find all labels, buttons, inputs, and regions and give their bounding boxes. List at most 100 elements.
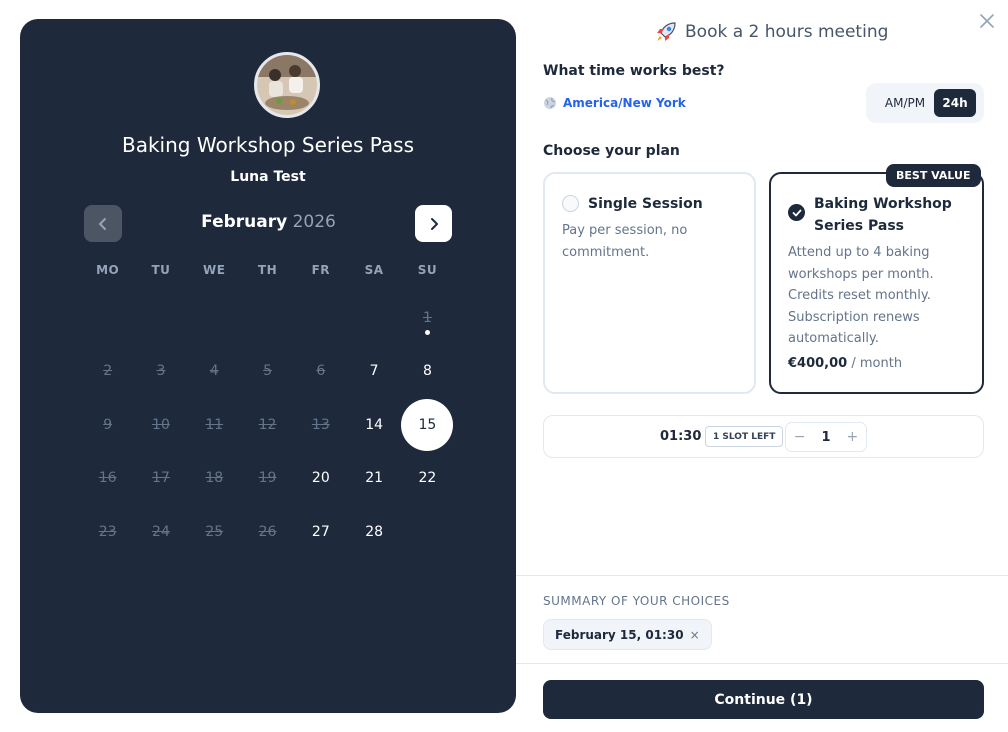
format-24h-option[interactable]: 24h [934,89,976,117]
calendar-blank-cell [134,291,187,345]
calendar-day[interactable]: 7 [347,345,400,399]
plan-name: Single Session [588,196,703,212]
format-ampm-option[interactable]: AM/PM [876,96,934,110]
increment-button[interactable]: + [839,429,866,445]
calendar-blank-cell [347,291,400,345]
calendar-blank-cell [241,291,294,345]
calendar-day: 16 [81,452,134,506]
dialog-title-text: Book a 2 hours meeting [685,22,889,42]
day-number: 25 [205,523,224,540]
calendar-day: 24 [134,505,187,559]
timezone-label: America/New York [563,96,686,110]
day-number: 9 [103,416,113,433]
calendar-day: 11 [188,398,241,452]
calendar-day[interactable]: 14 [347,398,400,452]
next-month-button[interactable] [415,205,452,242]
event-photo-icon [257,55,317,115]
day-number: 2 [103,363,113,380]
chevron-left-icon [99,217,106,230]
calendar-day: 2 [81,345,134,399]
continue-button[interactable]: Continue (1) [543,680,984,719]
booking-dialog: Baking Workshop Series Pass Luna Test Fe… [0,0,1008,732]
day-number: 17 [152,470,170,487]
day-number: 28 [365,523,384,540]
time-slot-row[interactable]: 01:30 1 SLOT LEFT − 1 + [543,415,984,458]
calendar-blank-cell [81,291,134,345]
calendar-blank-cell [188,291,241,345]
plan-name: Baking Workshop Series Pass [814,196,952,234]
check-icon [792,209,801,216]
day-number: 11 [205,416,224,433]
calendar-day: 19 [241,452,294,506]
day-number: 10 [152,416,170,433]
plan-price: €400,00 / month [788,356,902,371]
calendar-day: 9 [81,398,134,452]
day-number: 12 [258,416,277,433]
calendar-day: 6 [294,345,347,399]
plan-option-single-session[interactable]: Single Session Pay per session, no commi… [543,172,756,394]
weekday-label: FR [311,263,331,277]
day-number: 7 [369,363,379,380]
weekday-label: TH [257,263,278,277]
close-button[interactable] [976,10,998,32]
calendar-day: 1 [401,291,454,345]
day-number: 3 [156,363,166,380]
day-number: 6 [316,363,326,380]
event-calendar-panel: Baking Workshop Series Pass Luna Test Fe… [20,19,516,713]
close-icon [980,14,994,28]
day-number: 18 [205,470,224,487]
day-number: 23 [98,523,117,540]
calendar-day[interactable]: 20 [294,452,347,506]
rocket-icon [657,22,676,41]
calendar-grid: 1 2 3 4 5 6 7 8 9 10 11 12 13 14 15 16 17 18 19 20 21 22 23 24 2… [81,291,454,559]
globe-icon [544,97,556,109]
price-amount: €400,00 [788,356,848,371]
day-number: 24 [152,523,170,540]
day-number: 5 [263,363,272,380]
calendar-day[interactable]: 21 [347,452,400,506]
slot-availability-badge: 1 SLOT LEFT [705,426,784,447]
day-number: 1 [422,309,432,326]
day-number: 20 [311,470,330,487]
calendar-day[interactable]: 28 [347,505,400,559]
summary-label: SUMMARY OF YOUR CHOICES [543,594,730,608]
calendar-day[interactable]: 27 [294,505,347,559]
timezone-selector[interactable]: America/New York [543,96,686,110]
time-question: What time works best? [543,63,725,79]
calendar-day[interactable]: 22 [401,452,454,506]
availability-dot-icon [424,329,430,335]
selected-slot-chip: February 15, 01:30 × [543,619,712,650]
selected-day-number: 15 [401,398,454,451]
best-value-badge: BEST VALUE [886,164,981,187]
event-title: Baking Workshop Series Pass [122,133,414,157]
weekday-header: MO TU WE TH FR SA SU [81,263,454,277]
day-number: 19 [258,470,277,487]
month-name: February [201,212,288,232]
plan-option-series-pass[interactable]: Baking Workshop Series Pass Attend up to… [769,172,984,394]
calendar-day: 10 [134,398,187,452]
day-number: 26 [258,523,277,540]
calendar-day: 3 [134,345,187,399]
chip-label: February 15, 01:30 [555,627,684,642]
radio-unchecked-icon[interactable] [562,195,579,212]
previous-month-button[interactable] [84,205,122,242]
calendar-day: 5 [241,345,294,399]
radio-checked-icon[interactable] [788,204,805,221]
calendar-day[interactable]: 8 [401,345,454,399]
day-number: 27 [311,523,330,540]
quantity-value: 1 [821,429,831,445]
chevron-right-icon [430,217,438,230]
event-avatar [254,52,320,118]
dialog-title: Book a 2 hours meeting [655,21,888,43]
year: 2026 [292,212,336,232]
host-name: Luna Test [230,169,306,185]
weekday-label: WE [203,263,226,277]
calendar-day-selected[interactable]: 15 [401,398,454,452]
plan-description: Attend up to 4 baking workshops per mont… [788,245,934,346]
month-year-label: February 2026 [122,212,415,232]
remove-chip-button[interactable]: × [690,628,700,642]
day-number: 8 [422,363,432,380]
calendar-day: 25 [188,505,241,559]
weekday-label: SU [417,263,438,277]
decrement-button[interactable]: − [786,429,813,445]
